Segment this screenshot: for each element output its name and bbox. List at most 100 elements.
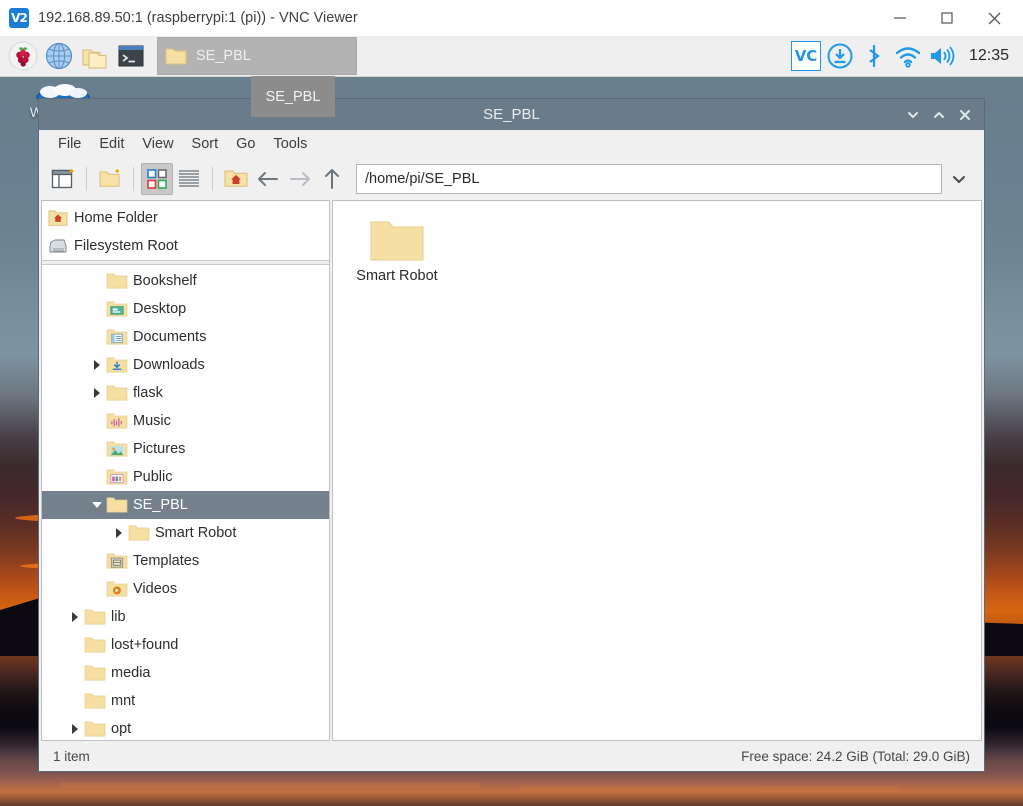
tree-item-label: Bookshelf	[133, 273, 197, 289]
vnc-maximize-button[interactable]	[924, 0, 970, 36]
tree-item-music[interactable]: Music	[42, 407, 329, 435]
status-bar: 1 item Free space: 24.2 GiB (Total: 29.0…	[39, 741, 984, 771]
file-list-pane[interactable]: Smart Robot	[332, 200, 982, 741]
tree-item-desktop[interactable]: Desktop	[42, 295, 329, 323]
directory-tree[interactable]: Bookshelf Desktop Documents Downloads flask M…	[42, 265, 329, 740]
svg-text:VC: VC	[795, 47, 818, 65]
new-folder-button[interactable]	[94, 163, 126, 195]
tree-item-media[interactable]: media	[42, 659, 329, 687]
folder-plain-icon	[84, 636, 106, 654]
path-dropdown-button[interactable]	[942, 163, 976, 195]
place-home-folder[interactable]: Home Folder	[42, 204, 329, 232]
tree-item-label: Desktop	[133, 301, 187, 317]
tree-item-flask[interactable]: flask	[42, 379, 329, 407]
chevron-right-icon[interactable]	[88, 359, 106, 371]
vnc-window-title: 192.168.89.50:1 (raspberrypi:1 (pi)) - V…	[38, 10, 358, 26]
tree-item-bookshelf[interactable]: Bookshelf	[42, 267, 329, 295]
window-close-button[interactable]	[952, 99, 978, 130]
file-item-smart-robot[interactable]: Smart Robot	[351, 213, 443, 286]
new-tab-icon	[51, 169, 74, 189]
web-browser-icon[interactable]	[43, 40, 75, 72]
vnc-server-tray-button[interactable]: VC	[789, 39, 823, 73]
task-button-se-pbl[interactable]: SE_PBL	[157, 37, 357, 75]
vnc-minimize-button[interactable]	[877, 0, 923, 36]
folder-public-icon	[106, 468, 128, 486]
update-available-icon	[827, 43, 853, 69]
folder-plain-icon	[84, 720, 106, 738]
folder-plain-icon	[106, 496, 128, 514]
bluetooth-button[interactable]	[857, 39, 891, 73]
chevron-down-icon[interactable]	[88, 500, 106, 510]
window-maximize-button[interactable]	[926, 99, 952, 130]
menu-file[interactable]: File	[49, 133, 90, 155]
folder-icon	[165, 48, 187, 65]
place-filesystem-root[interactable]: Filesystem Root	[42, 232, 329, 260]
icon-view-button[interactable]	[141, 163, 173, 195]
list-view-icon	[179, 170, 199, 187]
tree-item-mnt[interactable]: mnt	[42, 687, 329, 715]
chevron-right-icon[interactable]	[110, 527, 128, 539]
clock[interactable]: 12:35	[969, 47, 1009, 65]
vnc-close-button[interactable]	[971, 0, 1017, 36]
toolbar-separator	[133, 167, 134, 191]
list-view-button[interactable]	[173, 163, 205, 195]
toolbar-separator	[86, 167, 87, 191]
file-manager-titlebar[interactable]: SE_PBL SE_PBL	[39, 76, 984, 130]
tree-item-public[interactable]: Public	[42, 463, 329, 491]
menu-tools[interactable]: Tools	[264, 133, 316, 155]
window-minimize-button[interactable]	[900, 99, 926, 130]
file-manager-tab[interactable]: SE_PBL	[251, 76, 335, 117]
tree-item-label: Documents	[133, 329, 207, 345]
home-button[interactable]	[220, 163, 252, 195]
update-available-button[interactable]	[823, 39, 857, 73]
chevron-right-icon[interactable]	[66, 611, 84, 623]
new-tab-button[interactable]	[47, 163, 79, 195]
forward-button[interactable]	[284, 163, 316, 195]
close-icon	[960, 109, 970, 120]
back-button[interactable]	[252, 163, 284, 195]
tree-item-lib[interactable]: lib	[42, 603, 329, 631]
file-item-label: Smart Robot	[356, 268, 438, 284]
volume-button[interactable]	[925, 39, 959, 73]
tree-item-label: flask	[133, 385, 163, 401]
tree-item-opt[interactable]: opt	[42, 715, 329, 740]
folder-plain-icon	[84, 608, 106, 626]
terminal-icon[interactable]	[115, 40, 147, 72]
chevron-down-icon	[908, 111, 918, 118]
tree-item-pictures[interactable]: Pictures	[42, 435, 329, 463]
path-input[interactable]: /home/pi/SE_PBL	[356, 164, 942, 194]
folder-plain-icon	[106, 272, 128, 290]
new-folder-icon	[99, 169, 120, 187]
menu-sort[interactable]: Sort	[183, 133, 228, 155]
volume-icon	[930, 46, 955, 66]
free-space: Free space: 24.2 GiB (Total: 29.0 GiB)	[741, 748, 970, 764]
system-tray: VC 12:35	[789, 39, 1023, 73]
menu-go[interactable]: Go	[227, 133, 264, 155]
tree-item-downloads[interactable]: Downloads	[42, 351, 329, 379]
file-manager-icon[interactable]	[79, 40, 111, 72]
tree-item-templates[interactable]: Templates	[42, 547, 329, 575]
tree-item-lost-found[interactable]: lost+found	[42, 631, 329, 659]
menu-view[interactable]: View	[133, 133, 182, 155]
tree-item-se-pbl[interactable]: SE_PBL	[42, 491, 329, 519]
tree-item-label: lost+found	[111, 637, 179, 653]
chevron-right-icon[interactable]	[88, 387, 106, 399]
tree-item-smart-robot[interactable]: Smart Robot	[42, 519, 329, 547]
file-manager-window: SE_PBL SE_PBL File Edit View Sort Go Too…	[38, 76, 985, 772]
tree-item-label: Downloads	[133, 357, 205, 373]
raspberry-menu-icon[interactable]	[7, 40, 39, 72]
wifi-button[interactable]	[891, 39, 925, 73]
maximize-icon	[941, 12, 953, 24]
tree-item-label: Videos	[133, 581, 178, 597]
menu-edit[interactable]: Edit	[90, 133, 133, 155]
up-button[interactable]	[316, 163, 348, 195]
tree-item-label: media	[111, 665, 151, 681]
minimize-icon	[894, 17, 906, 19]
place-label: Filesystem Root	[74, 238, 178, 254]
toolbar: /home/pi/SE_PBL	[39, 158, 984, 200]
tree-item-label: Public	[133, 469, 173, 485]
chevron-right-icon[interactable]	[66, 723, 84, 735]
tree-item-videos[interactable]: Videos	[42, 575, 329, 603]
tree-item-documents[interactable]: Documents	[42, 323, 329, 351]
folder-desktop-icon	[106, 300, 128, 318]
